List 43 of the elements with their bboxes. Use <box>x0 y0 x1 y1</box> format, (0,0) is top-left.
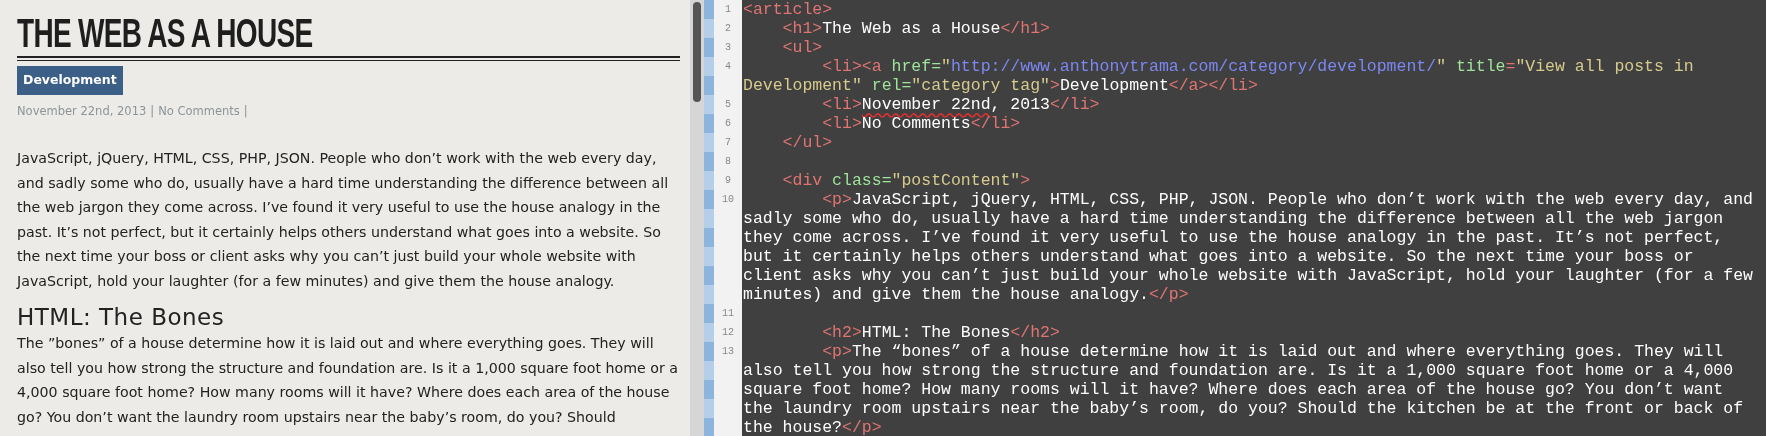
code-line: <p>The “bones” of a house determine how it is laid out and where everything goes. They will <box>821 342 1725 361</box>
code-line: </ul> <box>781 133 834 152</box>
meta-separator: | <box>243 103 248 118</box>
code-line: <div class="postContent"> <box>781 171 1032 190</box>
meta-separator: | <box>150 103 155 118</box>
line-number: 9 <box>725 175 731 186</box>
section-heading: HTML: The Bones <box>17 303 226 331</box>
line-number: 4 <box>725 61 731 72</box>
code-line: <p>JavaScript, jQuery, HTML, CSS, PHP, JSON. People who don’t work with the web every day, and <box>821 190 1754 209</box>
code-line: square foot home? How many rooms will it have? Where does each area of the house go? You don’t want <box>743 380 1725 399</box>
line-number: 1 <box>725 4 731 15</box>
code-line: <article> <box>743 0 834 19</box>
post-date: November 22nd, 2013 <box>17 103 147 118</box>
code-line: the house?</p> <box>743 418 883 436</box>
code-line: the laundry room upstairs near the baby’s room, do you? Should the kitchen be at the front or back of <box>743 399 1745 418</box>
line-number: 2 <box>725 23 731 34</box>
code-line: Development" rel="category tag">Development</a></li> <box>743 76 1259 95</box>
line-number: 6 <box>725 118 731 129</box>
line-number: 12 <box>722 327 734 338</box>
paragraph: The ”bones” of a house determine how it is laid out and where everything goes. They will also tell you how strong the structure and foundation are. Is it a 1,000 square foot home or a 4,000 square foot home? How many rooms will it have? Where does each area of the house go? You don’t want the laundry room upstairs near the baby’s room, do you? Should <box>17 334 679 427</box>
code-line: <li>November 22nd, 2013</li> <box>821 95 1101 114</box>
code-line: they come across. I’ve found it very useful to use the house analogy in the past. It’s not perfect, <box>743 228 1725 247</box>
code-line: <li><a href="http://www.anthonytrama.com/category/development/" title="View all posts in <box>821 57 1695 76</box>
line-number: 8 <box>725 156 731 167</box>
line-number: 10 <box>722 194 734 205</box>
code-line: but it certainly helps others understand what goes into a website. So the next time your boss or <box>743 247 1695 266</box>
code-line: client asks why you can’t just build your whole website with JavaScript, hold your laughter (for a few <box>743 266 1754 285</box>
code-line: <h2>HTML: The Bones</h2> <box>821 323 1061 342</box>
code-line: also tell you how strong the structure and foundation are. Is it a 1,000 square foot home or a 4,000 <box>743 361 1735 380</box>
code-line: sadly some who do, usually have a hard time understanding the difference between all the web jargon <box>743 209 1725 228</box>
line-number: 13 <box>722 346 734 357</box>
line-number: 5 <box>725 99 731 110</box>
scrollbar-thumb[interactable] <box>693 2 701 102</box>
line-number: 3 <box>725 42 731 53</box>
category-link[interactable]: Development <box>17 66 123 95</box>
paragraph: JavaScript, jQuery, HTML, CSS, PHP, JSON. People who don’t work with the web every day, and sadly some who do, usually have a hard time understanding the difference between all the web jargon they come across. I’ve found it very useful to use the house analogy in the past. It’s not perfect, but it certainly helps others understand what goes into a website. So the next time your boss or client asks why you can’t just build your whole website with JavaScript, hold your laughter (for a few minutes) and give them the house analogy. <box>17 149 670 291</box>
page-title: THE WEB AS A HOUSE <box>17 14 313 52</box>
code-line: <ul> <box>781 38 824 57</box>
code-line: minutes) and give them the house analogy.</p> <box>743 285 1190 304</box>
code-line: <li>No Comments</li> <box>821 114 1022 133</box>
line-number: 7 <box>725 137 731 148</box>
line-number: 11 <box>722 308 734 319</box>
code-line: <h1>The Web as a House</h1> <box>781 19 1051 38</box>
